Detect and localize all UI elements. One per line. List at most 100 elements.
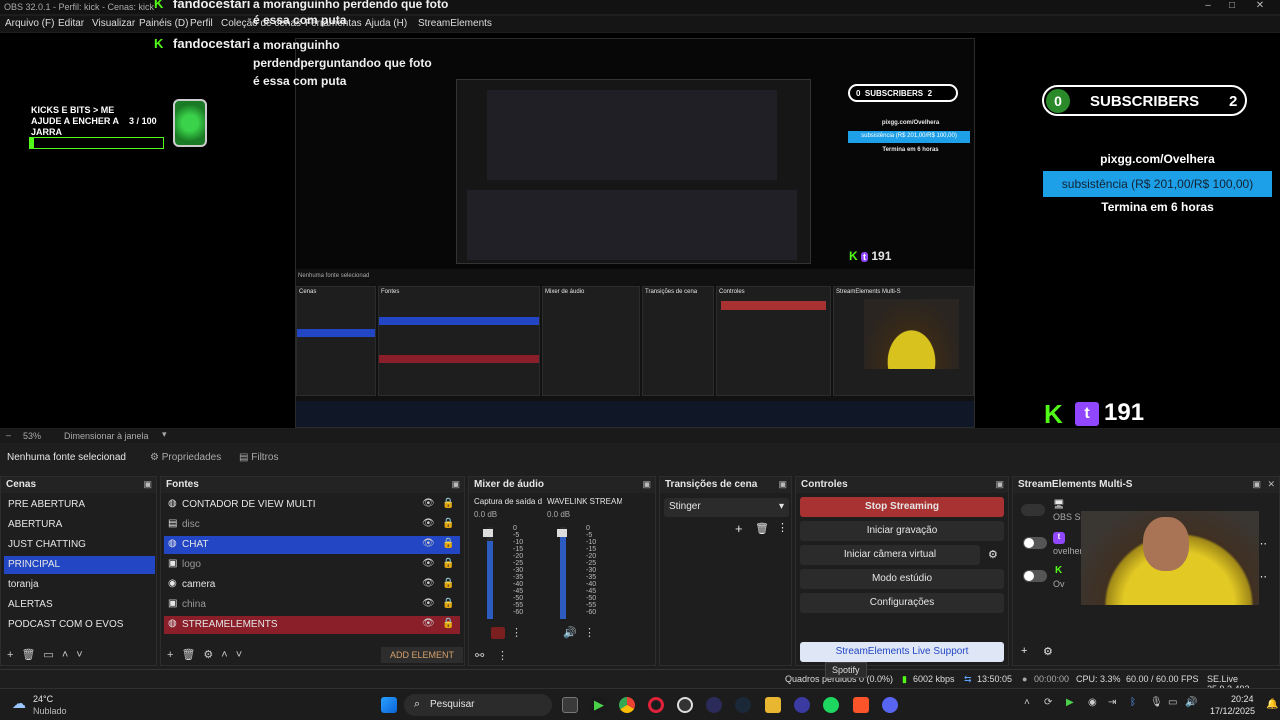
file-explorer-icon[interactable] (765, 697, 781, 713)
tray-chevron-icon[interactable]: ˄ (1024, 697, 1030, 708)
notification-icon[interactable]: 🔔 (1266, 699, 1278, 710)
visibility-icon[interactable]: 👁 (422, 518, 435, 529)
toggle-switch[interactable] (1023, 537, 1047, 549)
studio-mode-button[interactable]: Modo estúdio (800, 569, 1004, 589)
source-item[interactable]: ◍ STREAMELEMENTS 👁 🔒 (164, 616, 460, 634)
float-icon[interactable]: ▣ (995, 479, 1004, 490)
visibility-icon[interactable]: 👁 (422, 618, 435, 629)
live-support-button[interactable]: StreamElements Live Support (800, 642, 1004, 662)
zoom-minus-icon[interactable]: – (6, 430, 11, 440)
task-view-icon[interactable] (562, 697, 578, 713)
speaker-icon[interactable]: 🔊 (563, 626, 577, 639)
tray-play-icon[interactable]: ▶ (1066, 697, 1074, 708)
steam-icon[interactable] (735, 697, 751, 713)
zoom-level[interactable]: 53% (23, 431, 41, 441)
source-item[interactable]: ▣ china 👁 🔒 (164, 596, 460, 614)
opera-icon[interactable] (648, 697, 664, 713)
gear-icon[interactable]: ⚙ (988, 548, 998, 561)
move-down-icon[interactable]: ˅ (236, 649, 242, 661)
filters-button[interactable]: ▤ Filtros (239, 452, 278, 463)
lock-icon[interactable]: 🔒 (442, 538, 454, 549)
menu-item-visualizar[interactable]: Visualizar (92, 18, 135, 29)
add-element-button[interactable]: ADD ELEMENT (381, 647, 463, 663)
stream-preview[interactable]: KICKS E BITS > ME AJUDE A ENCHER A JARRA… (0, 33, 1280, 428)
weather-desc[interactable]: Nublado (33, 706, 67, 716)
mute-icon[interactable] (491, 627, 505, 639)
start-recording-button[interactable]: Iniciar gravação (800, 521, 1004, 541)
settings-button[interactable]: Configurações (800, 593, 1004, 613)
tray-arrow-icon[interactable]: ⇥ (1108, 697, 1116, 708)
tray-sync-icon[interactable]: ⟳ (1044, 697, 1052, 708)
gear-icon[interactable]: ⚙ (203, 649, 213, 661)
more-icon[interactable]: ⋮ (777, 521, 788, 534)
close-icon[interactable]: ✕ (1267, 479, 1275, 490)
add-scene-icon[interactable]: + (7, 649, 13, 661)
app-icon[interactable] (794, 697, 810, 713)
lock-icon[interactable]: 🔒 (442, 598, 454, 609)
menu-item-editar[interactable]: Editar (58, 18, 84, 29)
scene-item[interactable]: PRE ABERTURA (4, 496, 155, 514)
source-item[interactable]: ▤ disc 👁 🔒 (164, 516, 460, 534)
visibility-icon[interactable]: 👁 (422, 558, 435, 569)
weather-temp[interactable]: 24°C (33, 694, 53, 704)
network-icon[interactable]: ▭ (1168, 697, 1177, 708)
scene-item[interactable]: ABERTURA (4, 516, 155, 534)
gear-icon[interactable]: ⚙ (1043, 645, 1053, 658)
windows-start-icon[interactable] (381, 697, 397, 713)
lock-icon[interactable]: 🔒 (442, 578, 454, 589)
spotify-icon[interactable] (823, 697, 839, 713)
move-up-icon[interactable]: ˄ (62, 649, 68, 661)
scene-filter-icon[interactable]: ▭ (43, 649, 53, 661)
visibility-icon[interactable]: 👁 (422, 538, 435, 549)
float-icon[interactable]: ▣ (1252, 479, 1261, 490)
menu-item-arquivo[interactable]: Arquivo (F) (5, 18, 54, 29)
chrome-icon[interactable] (619, 697, 635, 713)
source-item[interactable]: ▣ logo 👁 🔒 (164, 556, 460, 574)
microphone-icon[interactable]: 🎙 (1150, 697, 1163, 708)
link-icon[interactable]: ⚯ (475, 649, 484, 662)
taskbar-search[interactable]: ⌕ Pesquisar (404, 694, 552, 716)
scene-item-selected[interactable]: PRINCIPAL (4, 556, 155, 574)
scene-item[interactable]: JUST CHATTING (4, 536, 155, 554)
lock-icon[interactable]: 🔒 (442, 558, 454, 569)
toggle-switch[interactable] (1023, 570, 1047, 582)
stop-streaming-button[interactable]: Stop Streaming (800, 497, 1004, 517)
add-output-icon[interactable]: + (1021, 645, 1027, 657)
start-virtual-camera-button[interactable]: Iniciar câmera virtual (800, 545, 980, 565)
more-icon[interactable]: ⋮ (584, 626, 595, 639)
remove-scene-icon[interactable]: 🗑 (21, 649, 35, 661)
visibility-icon[interactable]: 👁 (422, 578, 435, 589)
move-down-icon[interactable]: ˅ (76, 649, 82, 661)
maximize-icon[interactable]: □ (1222, 0, 1242, 11)
move-up-icon[interactable]: ˄ (221, 649, 227, 661)
app-arrow-icon[interactable] (706, 697, 722, 713)
play-app-icon[interactable]: ▶ (591, 697, 607, 713)
add-source-icon[interactable]: + (167, 649, 173, 661)
volume-slider-handle[interactable] (557, 529, 567, 537)
brave-icon[interactable] (853, 697, 869, 713)
visibility-icon[interactable]: 👁 (422, 598, 435, 609)
bluetooth-icon[interactable]: ᛒ (1130, 697, 1136, 708)
float-icon[interactable]: ▣ (143, 479, 152, 490)
lock-icon[interactable]: 🔒 (442, 498, 454, 509)
clock-time[interactable]: 20:24 (1231, 694, 1254, 704)
weather-icon[interactable]: ☁ (12, 695, 26, 712)
scene-item[interactable]: ALERTAS (4, 596, 155, 614)
close-icon[interactable]: ✕ (1250, 0, 1270, 11)
source-item[interactable]: ◉ camera 👁 🔒 (164, 576, 460, 594)
volume-icon[interactable]: 🔊 (1185, 697, 1197, 708)
lock-icon[interactable]: 🔒 (442, 618, 454, 629)
float-icon[interactable]: ▣ (451, 479, 460, 490)
more-icon[interactable]: ⋮ (497, 649, 508, 662)
add-transition-icon[interactable]: + (735, 521, 743, 536)
lock-icon[interactable]: 🔒 (442, 518, 454, 529)
minimize-icon[interactable]: – (1198, 0, 1218, 11)
zoom-mode[interactable]: Dimensionar à janela (64, 431, 149, 441)
volume-slider-handle[interactable] (483, 529, 493, 537)
clock-date[interactable]: 17/12/2025 (1210, 706, 1255, 716)
chevron-down-icon[interactable]: ▾ (162, 429, 167, 440)
visibility-icon[interactable]: 👁 (422, 498, 435, 509)
more-icon[interactable]: ⋮ (511, 626, 522, 639)
float-icon[interactable]: ▣ (642, 479, 651, 490)
remove-source-icon[interactable]: 🗑 (181, 649, 195, 661)
